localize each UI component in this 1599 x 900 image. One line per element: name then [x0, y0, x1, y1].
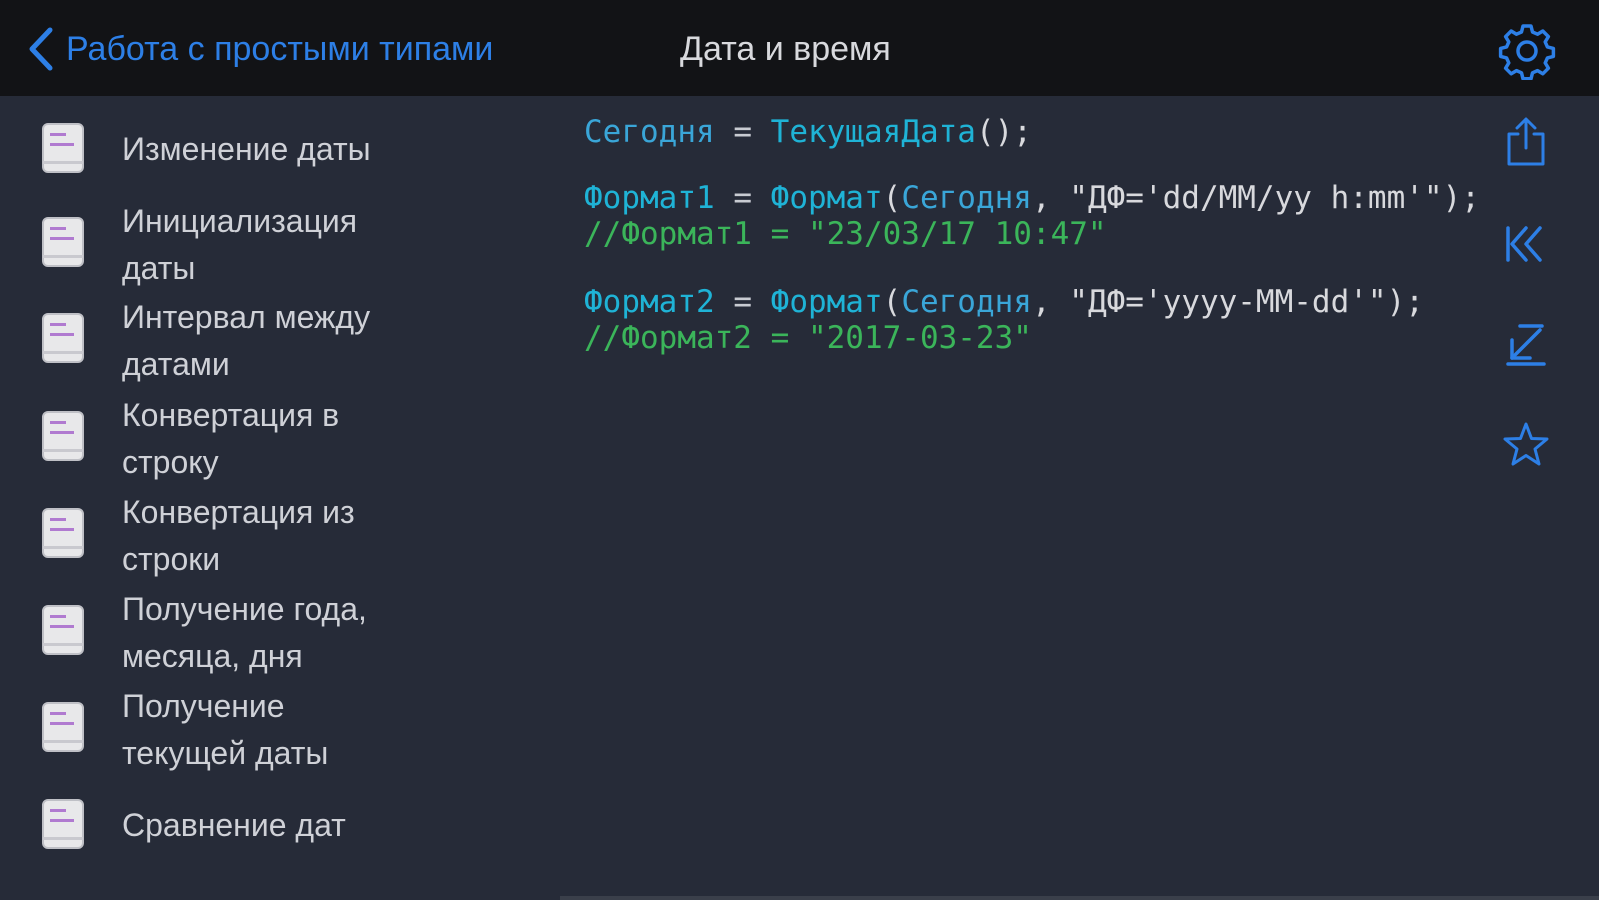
- collapse-down-button[interactable]: [1502, 320, 1550, 372]
- code-file-icon: [42, 217, 84, 267]
- sidebar: Изменение даты Инициализация даты Интерв…: [0, 96, 525, 900]
- code-comment-1: //Формат1 = "23/03/17 10:47": [584, 216, 1107, 252]
- favorite-button[interactable]: [1502, 420, 1550, 472]
- navigation-bar: Работа с простыми типами Дата и время: [0, 0, 1599, 96]
- code-argument: Сегодня: [901, 284, 1032, 320]
- share-button[interactable]: [1502, 116, 1550, 168]
- code-variable: Формат1: [584, 180, 715, 216]
- code-file-icon: [42, 605, 84, 655]
- list-item[interactable]: Инициализация даты: [0, 196, 525, 292]
- back-button-label: Работа с простыми типами: [66, 29, 494, 68]
- code-function: Формат: [770, 284, 883, 320]
- code-variable: Сегодня: [584, 114, 715, 150]
- code-file-icon: [42, 799, 84, 849]
- settings-button[interactable]: [1498, 22, 1556, 81]
- code-rest: , "ДФ='dd/MM/yy h:mm'");: [1031, 180, 1480, 216]
- share-icon: [1507, 117, 1545, 166]
- code-view: Сегодня = ТекущаяДата(); Формат1 = Форма…: [560, 96, 1599, 900]
- code-file-icon: [42, 123, 84, 173]
- list-item[interactable]: Получение года, месяца, дня: [0, 584, 525, 680]
- code-line-4: Формат2 = Формат(Сегодня, "ДФ='yyyy-MM-d…: [584, 282, 1424, 322]
- code-operator: =: [714, 114, 771, 150]
- code-comment-2: //Формат2 = "2017-03-23": [584, 320, 1032, 356]
- collapse-left-icon: [1506, 226, 1542, 262]
- list-item[interactable]: Изменение даты: [0, 100, 525, 196]
- code-paren: (: [882, 284, 902, 320]
- code-rest: ();: [975, 114, 1032, 150]
- list-item[interactable]: Получение текущей даты: [0, 681, 525, 777]
- list-item-label: Интервал между датами: [122, 299, 371, 382]
- divider: [560, 896, 1599, 900]
- code-paren: (: [882, 180, 902, 216]
- code-line-1: Сегодня = ТекущаяДата();: [584, 112, 1032, 152]
- code-variable: Формат2: [584, 284, 715, 320]
- list-item-label: Получение текущей даты: [122, 688, 329, 771]
- code-argument: Сегодня: [901, 180, 1032, 216]
- list-item[interactable]: Интервал между датами: [0, 292, 525, 388]
- page-title: Дата и время: [680, 30, 891, 68]
- collapse-down-icon: [1506, 324, 1546, 366]
- list-item[interactable]: Конвертация из строки: [0, 487, 525, 583]
- list-item-label: Инициализация даты: [122, 203, 358, 286]
- code-operator: =: [714, 180, 771, 216]
- code-rest: , "ДФ='yyyy-MM-dd'");: [1031, 284, 1424, 320]
- code-file-icon: [42, 702, 84, 752]
- code-function: ТекущаяДата: [770, 114, 976, 150]
- list-item-label: Изменение даты: [122, 131, 371, 167]
- list-item[interactable]: Конвертация в строку: [0, 390, 525, 486]
- gear-icon: [1498, 24, 1556, 81]
- code-function: Формат: [770, 180, 883, 216]
- collapse-left-button[interactable]: [1502, 220, 1550, 272]
- code-operator: =: [714, 284, 771, 320]
- list-item-label: Конвертация в строку: [122, 397, 340, 480]
- code-file-icon: [42, 313, 84, 363]
- code-file-icon: [42, 411, 84, 461]
- star-icon: [1503, 422, 1549, 466]
- code-line-2: Формат1 = Формат(Сегодня, "ДФ='dd/MM/yy …: [584, 178, 1480, 218]
- list-item-label: Получение года, месяца, дня: [122, 591, 367, 674]
- list-item[interactable]: Сравнение дат: [0, 778, 525, 874]
- code-file-icon: [42, 508, 84, 558]
- list-item-label: Конвертация из строки: [122, 494, 355, 577]
- back-button[interactable]: Работа с простыми типами: [26, 26, 493, 72]
- chevron-left-icon: [29, 27, 53, 71]
- list-item-label: Сравнение дат: [122, 807, 346, 843]
